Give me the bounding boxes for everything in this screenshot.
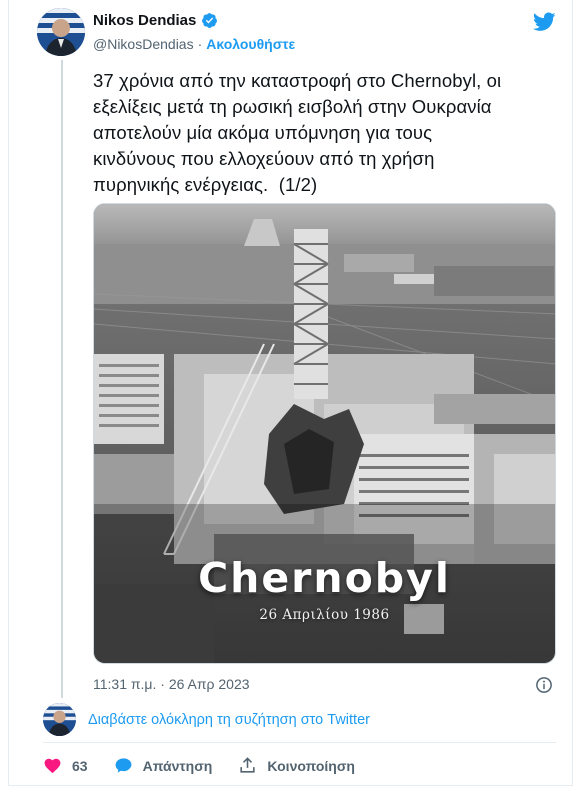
twitter-bird-icon[interactable] [533, 12, 556, 32]
avatar[interactable] [37, 8, 85, 56]
share-button[interactable]: Κοινοποίηση [238, 756, 355, 775]
tweet-timestamp[interactable]: 11:31 π.μ. · 26 Απρ 2023 [93, 676, 250, 692]
share-label: Κοινοποίηση [267, 757, 355, 774]
share-upload-icon [240, 757, 255, 773]
display-name[interactable]: Nikos Dendias [93, 12, 196, 29]
like-count: 63 [72, 757, 88, 774]
reply-button[interactable]: Απάντηση [114, 756, 213, 775]
photo-title: Chernobyl [198, 554, 451, 602]
speech-bubble-icon [115, 758, 131, 773]
read-thread-link[interactable]: Διαβάστε ολόκληρη τη συζήτηση στο Twitte… [88, 712, 370, 728]
tweet-photo[interactable]: Chernobyl 26 Απριλίου 1986 [93, 203, 556, 664]
separator-dot: · [197, 36, 203, 52]
divider [43, 742, 556, 743]
like-button[interactable]: 63 [43, 756, 88, 775]
info-icon[interactable] [535, 676, 553, 694]
follow-button[interactable]: Ακολουθήστε [206, 36, 295, 52]
handle[interactable]: @NikosDendias [93, 36, 194, 52]
heart-icon [44, 758, 61, 774]
thread-line [61, 60, 63, 698]
tweet-card: Nikos Dendias @NikosDendias · Ακολουθήστ… [8, 0, 573, 786]
reply-label: Απάντηση [142, 757, 213, 774]
tweet-text: 37 χρόνια από την καταστροφή στο Chernob… [93, 70, 502, 195]
reply-avatar [43, 703, 76, 736]
verified-badge-icon [202, 13, 218, 28]
photo-date: 26 Απριλίου 1986 [259, 607, 390, 623]
